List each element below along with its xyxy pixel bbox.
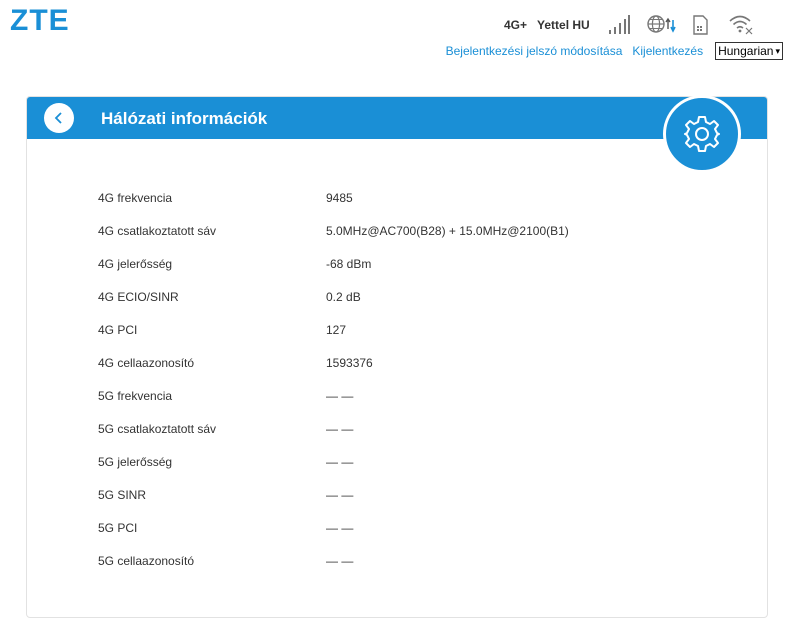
info-value: — —: [326, 388, 354, 403]
globe-data-icon: [647, 15, 676, 33]
info-value: — —: [326, 553, 354, 568]
info-label: 4G jelerősség: [98, 256, 173, 271]
info-row: 4G cellaazonosító 1593376: [98, 346, 738, 379]
info-value: 1593376: [326, 355, 373, 370]
info-value: — —: [326, 487, 354, 502]
info-label: 4G cellaazonosító: [98, 355, 195, 370]
info-label: 4G frekvencia: [98, 190, 173, 205]
info-value: 5.0MHz@AC700(B28) + 15.0MHz@2100(B1): [326, 223, 569, 238]
chevron-left-icon: [54, 112, 62, 124]
info-label: 5G jelerősség: [98, 454, 173, 469]
settings-badge: [663, 95, 741, 173]
info-row: 5G SINR — —: [98, 478, 738, 511]
top-links: Bejelentkezési jelszó módosítása Kijelen…: [446, 42, 783, 60]
info-value: 0.2 dB: [326, 289, 361, 304]
info-label: 5G frekvencia: [98, 388, 173, 403]
info-label: 4G ECIO/SINR: [98, 289, 179, 304]
info-value: 9485: [326, 190, 353, 205]
info-value: -68 dBm: [326, 256, 372, 271]
info-row: 5G csatlakoztatott sáv — —: [98, 412, 738, 445]
info-list: 4G frekvencia 9485 4G csatlakoztatott sáv…: [98, 181, 738, 577]
info-value: 127: [326, 322, 347, 337]
info-row: 4G PCI 127: [98, 313, 738, 346]
page-title: Hálózati információk: [101, 109, 268, 128]
status-bar: 4G+ Yettel HU: [504, 14, 754, 36]
gear-icon: [684, 116, 720, 152]
info-value: — —: [326, 454, 354, 469]
signal-icon: [608, 15, 630, 34]
wifi-off-icon: [729, 15, 753, 35]
change-password-link[interactable]: Bejelentkezési jelszó módosítása: [446, 44, 623, 58]
logout-link[interactable]: Kijelentkezés: [632, 44, 703, 58]
info-label: 5G SINR: [98, 487, 147, 502]
sim-card-icon: [693, 15, 708, 35]
info-label: 4G PCI: [98, 322, 138, 337]
info-row: 4G csatlakoztatott sáv 5.0MHz@AC700(B28) …: [98, 214, 738, 247]
info-label: 5G csatlakoztatott sáv: [98, 421, 217, 436]
info-label: 5G cellaazonosító: [98, 553, 195, 568]
chevron-down-icon: ▾: [775, 46, 780, 56]
zte-logo: ZTE: [10, 4, 70, 37]
info-value: — —: [326, 520, 354, 535]
network-info-panel: Hálózati információk 4G frekvencia 9485 4…: [26, 95, 768, 618]
back-button[interactable]: [44, 103, 74, 133]
info-row: 5G jelerősség — —: [98, 445, 738, 478]
info-row: 5G cellaazonosító — —: [98, 544, 738, 577]
carrier-name: Yettel HU: [537, 18, 590, 32]
info-label: 5G PCI: [98, 520, 138, 535]
language-value: Hungarian: [718, 44, 774, 58]
network-type: 4G+: [504, 18, 528, 32]
info-row: 5G PCI — —: [98, 511, 738, 544]
panel-header: Hálózati információk: [27, 95, 767, 173]
info-row: 5G frekvencia — —: [98, 379, 738, 412]
info-value: — —: [326, 421, 354, 436]
language-select[interactable]: Hungarian ▾: [715, 42, 783, 60]
info-row: 4G jelerősség -68 dBm: [98, 247, 738, 280]
info-label: 4G csatlakoztatott sáv: [98, 223, 217, 238]
info-row: 4G frekvencia 9485: [98, 181, 738, 214]
info-row: 4G ECIO/SINR 0.2 dB: [98, 280, 738, 313]
